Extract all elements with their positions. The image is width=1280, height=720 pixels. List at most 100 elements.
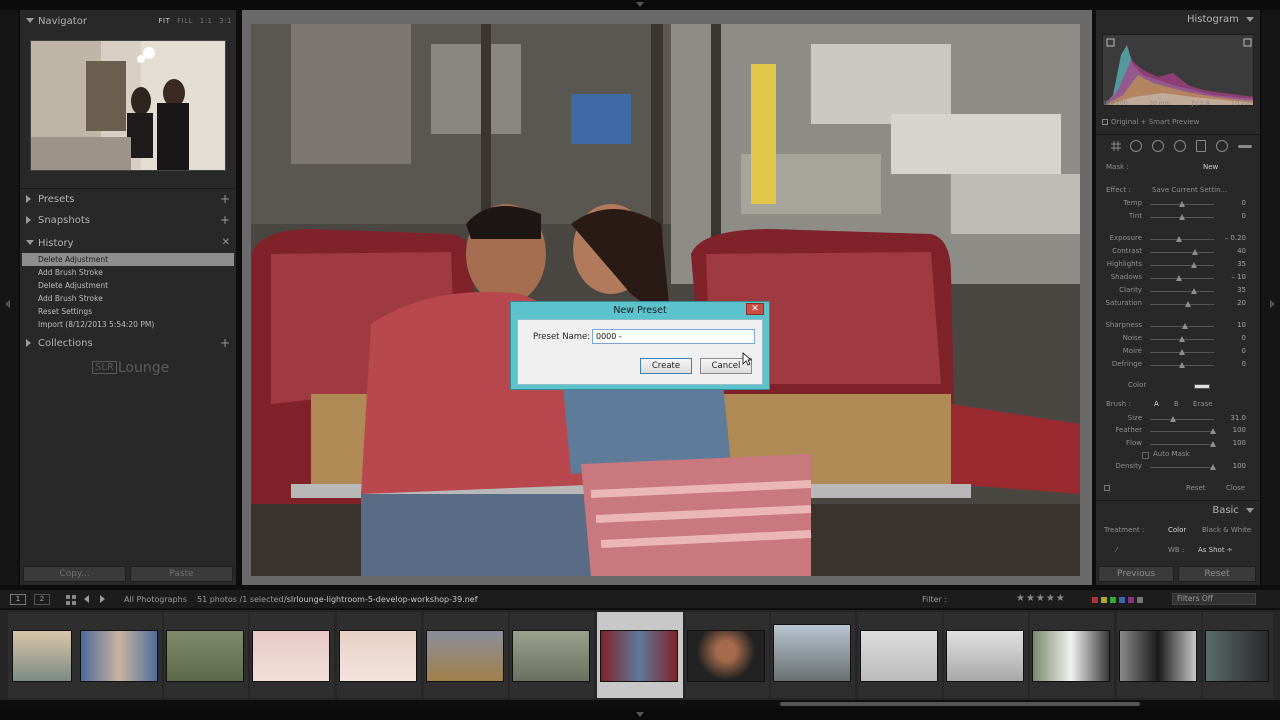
history-item[interactable]: Add Brush Stroke bbox=[22, 266, 234, 279]
filmstrip-thumbnail[interactable] bbox=[424, 612, 508, 698]
filmstrip-thumbnail[interactable] bbox=[510, 612, 594, 698]
grid-tool-icon[interactable] bbox=[1110, 140, 1122, 152]
filmstrip-thumbnail[interactable] bbox=[944, 612, 1028, 698]
slider-knob[interactable] bbox=[1179, 201, 1185, 207]
filmstrip-thumbnail[interactable] bbox=[164, 612, 248, 698]
brush-tool-icon[interactable] bbox=[1238, 145, 1252, 148]
slider-knob[interactable] bbox=[1179, 349, 1185, 355]
forward-arrow-icon[interactable] bbox=[100, 595, 105, 603]
zoom-fit[interactable]: FIT bbox=[159, 17, 171, 25]
zoom-1-1[interactable]: 1:1 bbox=[200, 17, 213, 25]
rating-filter-stars[interactable]: ★★★★★ bbox=[1016, 593, 1066, 604]
add-collection-icon[interactable]: + bbox=[220, 336, 230, 350]
monitor-1-button[interactable]: 1 bbox=[10, 594, 26, 605]
brush-erase-button[interactable]: Erase bbox=[1193, 400, 1213, 408]
brush-a-button[interactable]: A bbox=[1154, 400, 1159, 408]
filmstrip-thumbnail-selected[interactable] bbox=[597, 612, 683, 698]
histogram-header[interactable]: Histogram bbox=[1096, 14, 1260, 25]
filmstrip-thumbnail[interactable] bbox=[78, 612, 162, 698]
shadows-slider[interactable]: Shadows – 10 bbox=[1096, 273, 1260, 285]
add-snapshot-icon[interactable]: + bbox=[220, 213, 230, 227]
moir--slider[interactable]: Moiré 0 bbox=[1096, 347, 1260, 359]
preview-status[interactable]: Original + Smart Preview bbox=[1102, 118, 1199, 126]
filmstrip-scrollbar[interactable] bbox=[780, 702, 1140, 706]
color-swatch[interactable] bbox=[1194, 384, 1210, 389]
slider-knob[interactable] bbox=[1179, 362, 1185, 368]
slider-knob[interactable] bbox=[1191, 262, 1197, 268]
auto-mask-checkbox[interactable] bbox=[1142, 452, 1149, 459]
slider-knob[interactable] bbox=[1176, 236, 1182, 242]
previous-button[interactable]: Previous bbox=[1098, 566, 1174, 582]
history-item[interactable]: Delete Adjustment bbox=[22, 279, 234, 292]
contrast-slider[interactable]: Contrast 40 bbox=[1096, 247, 1260, 259]
brush-close-button[interactable]: Close bbox=[1226, 484, 1245, 492]
treatment-bw[interactable]: Black & White bbox=[1202, 526, 1251, 534]
presets-header[interactable]: Presets + bbox=[20, 190, 236, 210]
filmstrip-thumbnail[interactable] bbox=[8, 612, 78, 698]
color-label-filters[interactable] bbox=[1092, 596, 1156, 606]
clear-history-icon[interactable]: ✕ bbox=[222, 237, 230, 248]
source-label[interactable]: All Photographs bbox=[124, 595, 187, 604]
history-item[interactable]: Import (8/12/2013 5:54:20 PM) bbox=[22, 318, 234, 331]
clarity-slider[interactable]: Clarity 35 bbox=[1096, 286, 1260, 298]
toggle-icon[interactable] bbox=[1104, 485, 1110, 491]
main-photo[interactable] bbox=[251, 24, 1080, 576]
defringe-slider[interactable]: Defringe 0 bbox=[1096, 360, 1260, 372]
slider-knob[interactable] bbox=[1185, 301, 1191, 307]
red-eye-icon[interactable] bbox=[1174, 140, 1186, 152]
snapshots-header[interactable]: Snapshots + bbox=[20, 211, 236, 231]
brush-b-button[interactable]: B bbox=[1174, 400, 1179, 408]
grid-view-icon[interactable] bbox=[66, 595, 76, 608]
top-panel-toggle[interactable] bbox=[0, 0, 1280, 10]
filmstrip-thumbnail[interactable] bbox=[685, 612, 769, 698]
paste-button[interactable]: Paste bbox=[130, 566, 233, 582]
monitor-2-button[interactable]: 2 bbox=[34, 594, 50, 605]
left-panel-toggle[interactable] bbox=[0, 10, 18, 585]
current-filename[interactable]: /slrlounge-lightroom-5-develop-workshop-… bbox=[284, 595, 478, 604]
slider-knob[interactable] bbox=[1176, 275, 1182, 281]
brush-reset-button[interactable]: Reset bbox=[1186, 484, 1206, 492]
back-arrow-icon[interactable] bbox=[84, 595, 89, 603]
filmstrip-thumbnail[interactable] bbox=[337, 612, 421, 698]
history-item[interactable]: Delete Adjustment bbox=[22, 253, 234, 266]
noise-slider[interactable]: Noise 0 bbox=[1096, 334, 1260, 346]
filmstrip-thumbnail[interactable] bbox=[1030, 612, 1114, 698]
slider-knob[interactable] bbox=[1179, 336, 1185, 342]
history-header[interactable]: History ✕ bbox=[20, 234, 236, 254]
histogram-graph[interactable] bbox=[1102, 34, 1254, 106]
slider-knob[interactable] bbox=[1192, 249, 1198, 255]
filmstrip-thumbnail[interactable] bbox=[1117, 612, 1201, 698]
graduated-filter-icon[interactable] bbox=[1196, 140, 1206, 152]
temp-slider[interactable]: Temp 0 bbox=[1096, 199, 1260, 211]
dialog-close-button[interactable]: ✕ bbox=[746, 303, 764, 315]
sharpness-slider[interactable]: Sharpness 10 bbox=[1096, 321, 1260, 333]
slider-knob[interactable] bbox=[1191, 288, 1197, 294]
filmstrip-thumbnail[interactable] bbox=[1203, 612, 1273, 698]
feather-slider[interactable]: Feather 100 bbox=[1096, 426, 1260, 438]
wb-select[interactable]: As Shot ÷ bbox=[1198, 546, 1233, 554]
tint-slider[interactable]: Tint 0 bbox=[1096, 212, 1260, 224]
history-item[interactable]: Add Brush Stroke bbox=[22, 292, 234, 305]
filmstrip-thumbnail[interactable] bbox=[771, 612, 855, 698]
filmstrip-thumbnail[interactable] bbox=[250, 612, 334, 698]
add-preset-icon[interactable]: + bbox=[220, 192, 230, 206]
navigator-preview[interactable] bbox=[30, 40, 226, 171]
exposure-slider[interactable]: Exposure – 0.20 bbox=[1096, 234, 1260, 246]
copy-button[interactable]: Copy... bbox=[23, 566, 126, 582]
history-item[interactable]: Reset Settings bbox=[22, 305, 234, 318]
radial-filter-icon[interactable] bbox=[1216, 140, 1228, 152]
filmstrip-thumbnail[interactable] bbox=[858, 612, 942, 698]
crop-tool-icon[interactable] bbox=[1130, 140, 1142, 152]
slider-knob[interactable] bbox=[1179, 213, 1185, 220]
size-slider[interactable]: Size 31.0 bbox=[1096, 414, 1260, 426]
reset-button[interactable]: Reset bbox=[1178, 566, 1256, 582]
density-slider[interactable]: Density 100 bbox=[1096, 462, 1260, 474]
spot-removal-icon[interactable] bbox=[1152, 140, 1164, 152]
zoom-3-1[interactable]: 3:1 bbox=[219, 17, 232, 25]
preset-name-input[interactable] bbox=[592, 329, 755, 344]
saturation-slider[interactable]: Saturation 20 bbox=[1096, 299, 1260, 311]
collections-header[interactable]: Collections + bbox=[20, 334, 236, 354]
filters-off-select[interactable]: Filters Off bbox=[1172, 593, 1256, 605]
zoom-fill[interactable]: FILL bbox=[177, 17, 193, 25]
create-button[interactable]: Create bbox=[640, 358, 692, 374]
